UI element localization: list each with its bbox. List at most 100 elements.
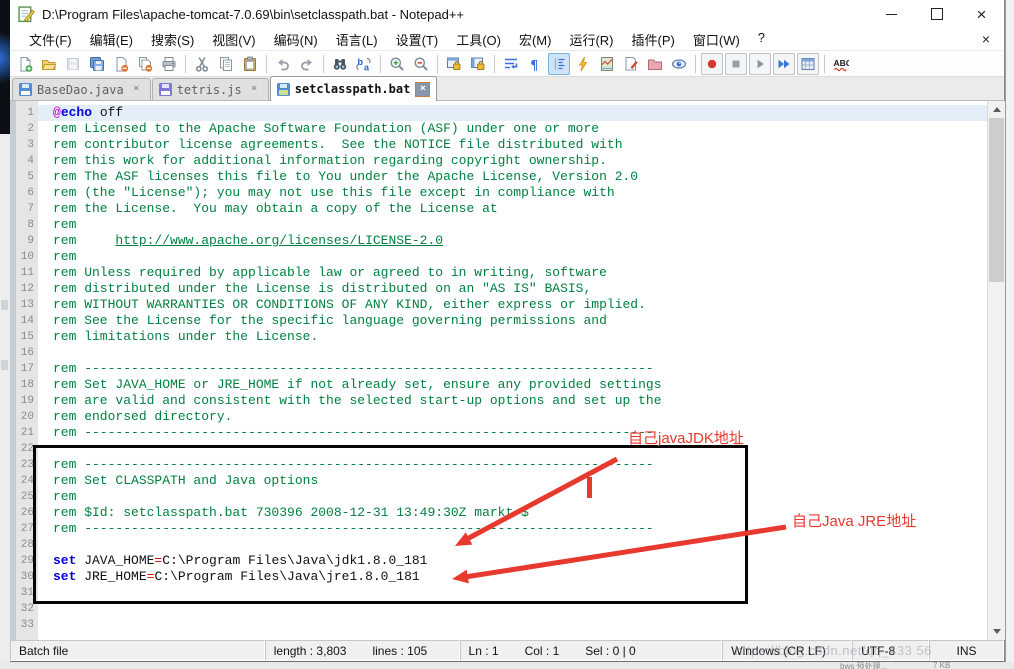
status-insert-mode[interactable]: INS [929, 640, 1004, 661]
macro-record-icon[interactable] [701, 52, 723, 75]
tab-basedao-java[interactable]: BaseDao.java × [12, 78, 151, 100]
file-monitor-icon[interactable] [668, 53, 690, 75]
menu-window[interactable]: 窗口(W) [684, 28, 749, 51]
code-line-11[interactable]: 11 rem Unless required by applicable law … [10, 265, 987, 281]
find-icon[interactable] [329, 53, 351, 75]
scroll-down-icon[interactable] [988, 623, 1005, 640]
maximize-button[interactable] [914, 0, 959, 28]
code-line-33[interactable]: 33 [10, 617, 987, 633]
tab-close-icon[interactable]: × [415, 81, 431, 97]
status-eol-format[interactable]: Windows (CR LF) [722, 640, 853, 661]
indent-guide-icon[interactable] [548, 52, 570, 75]
code-line-15[interactable]: 15 rem limitations under the License. [10, 329, 987, 345]
sync-scroll-vertical-icon[interactable] [443, 53, 465, 75]
tab-close-icon[interactable]: × [129, 82, 144, 97]
toolbar-separator [380, 54, 381, 73]
code-line-23[interactable]: 23 rem ----------------------------------… [10, 457, 987, 473]
document-switcher-icon[interactable] [620, 53, 642, 75]
code-line-6[interactable]: 6 rem (the "License"); you may not use th… [10, 185, 987, 201]
menu-tools[interactable]: 工具(O) [447, 28, 510, 51]
code-line-27[interactable]: 27 rem ----------------------------------… [10, 521, 987, 537]
save-all-icon[interactable] [86, 53, 108, 75]
macro-save-icon[interactable] [797, 52, 819, 75]
menu-settings[interactable]: 设置(T) [387, 28, 448, 51]
minimize-button[interactable] [869, 0, 914, 28]
menu-edit[interactable]: 编辑(E) [81, 28, 142, 51]
tab-close-icon[interactable]: × [247, 82, 262, 97]
new-file-icon[interactable] [14, 53, 36, 75]
spell-check-icon[interactable]: ABC [830, 53, 852, 75]
macro-run-multiple-icon[interactable] [773, 52, 795, 75]
code-line-18[interactable]: 18 rem Set JAVA_HOME or JRE_HOME if not a… [10, 377, 987, 393]
code-line-28[interactable]: 28 [10, 537, 987, 553]
code-line-22[interactable]: 22 [10, 441, 987, 457]
vertical-scrollbar[interactable] [987, 101, 1005, 640]
menu-run[interactable]: 运行(R) [560, 28, 622, 51]
status-encoding[interactable]: UTF-8 [852, 640, 930, 661]
code-line-20[interactable]: 20 rem endorsed directory. [10, 409, 987, 425]
editor-area[interactable]: 1 @echo off 2 rem Licensed to the Apache So… [10, 101, 1005, 640]
code-line-29[interactable]: 29 set JAVA_HOME=C:\Program Files\Java\jd… [10, 553, 987, 569]
scroll-up-icon[interactable] [988, 101, 1005, 118]
code-line-8[interactable]: 8 rem [10, 217, 987, 233]
code-line-13[interactable]: 13 rem WITHOUT WARRANTIES OR CONDITIONS O… [10, 297, 987, 313]
code-line-25[interactable]: 25 rem [10, 489, 987, 505]
code-line-19[interactable]: 19 rem are valid and consistent with the … [10, 393, 987, 409]
macro-play-icon[interactable] [749, 52, 771, 75]
print-icon[interactable] [158, 53, 180, 75]
menu-plugins[interactable]: 插件(P) [623, 28, 684, 51]
code-line-24[interactable]: 24 rem Set CLASSPATH and Java options [10, 473, 987, 489]
zoom-out-icon[interactable] [410, 53, 432, 75]
redo-icon[interactable] [296, 53, 318, 75]
code-line-4[interactable]: 4 rem this work for additional informatio… [10, 153, 987, 169]
macro-stop-icon[interactable] [725, 52, 747, 75]
code-line-5[interactable]: 5 rem The ASF licenses this file to You u… [10, 169, 987, 185]
show-all-chars-icon[interactable]: ¶ [524, 53, 546, 75]
code-line-31[interactable]: 31 [10, 585, 987, 601]
word-wrap-icon[interactable] [500, 53, 522, 75]
menu-search[interactable]: 搜索(S) [142, 28, 203, 51]
menu-help[interactable]: ? [749, 28, 774, 51]
code-line-10[interactable]: 10 rem [10, 249, 987, 265]
tab-setclasspath-bat[interactable]: setclasspath.bat × [269, 76, 438, 101]
menu-encoding[interactable]: 编码(N) [265, 28, 327, 51]
menu-file[interactable]: 文件(F) [20, 28, 81, 51]
cut-icon[interactable] [191, 53, 213, 75]
line-number: 14 [20, 315, 34, 327]
tab-tetris-js[interactable]: tetris.js × [151, 78, 269, 100]
menu-language[interactable]: 语言(L) [327, 28, 387, 51]
close-all-icon[interactable] [134, 53, 156, 75]
open-icon[interactable] [38, 53, 60, 75]
code-line-12[interactable]: 12 rem distributed under the License is d… [10, 281, 987, 297]
menu-macro[interactable]: 宏(M) [510, 28, 561, 51]
menu-view[interactable]: 视图(V) [203, 28, 264, 51]
paste-icon[interactable] [239, 53, 261, 75]
code-line-30[interactable]: 30 set JRE_HOME=C:\Program Files\Java\jre… [10, 569, 987, 585]
sync-scroll-horizontal-icon[interactable] [467, 53, 489, 75]
copy-icon[interactable] [215, 53, 237, 75]
code-line-7[interactable]: 7 rem the License. You may obtain a copy … [10, 201, 987, 217]
close-file-icon[interactable] [110, 53, 132, 75]
code-line-17[interactable]: 17 rem ----------------------------------… [10, 361, 987, 377]
function-completion-icon[interactable] [572, 53, 594, 75]
scrollbar-thumb[interactable] [989, 118, 1004, 282]
undo-icon[interactable] [272, 53, 294, 75]
code-line-21[interactable]: 21 rem ----------------------------------… [10, 425, 987, 441]
document-map-icon[interactable] [596, 53, 618, 75]
close-button[interactable]: × [959, 0, 1004, 28]
code-lines[interactable]: 1 @echo off 2 rem Licensed to the Apache So… [10, 105, 987, 633]
panel-close-icon[interactable]: × [982, 31, 990, 47]
code-line-16[interactable]: 16 [10, 345, 987, 361]
code-line-26[interactable]: 26 rem $Id: setclasspath.bat 730396 2008-… [10, 505, 987, 521]
replace-icon[interactable]: ba [353, 53, 375, 75]
code-line-32[interactable]: 32 [10, 601, 987, 617]
code-line-9[interactable]: 9 rem http://www.apache.org/licenses/LICE… [10, 233, 987, 249]
code-line-2[interactable]: 2 rem Licensed to the Apache Software Fou… [10, 121, 987, 137]
folder-as-workspace-icon[interactable] [644, 53, 666, 75]
code-line-1[interactable]: 1 @echo off [10, 105, 987, 121]
code-line-3[interactable]: 3 rem contributor license agreements. See… [10, 137, 987, 153]
save-icon[interactable] [62, 53, 84, 75]
code-line-14[interactable]: 14 rem See the License for the specific l… [10, 313, 987, 329]
zoom-in-icon[interactable] [386, 53, 408, 75]
